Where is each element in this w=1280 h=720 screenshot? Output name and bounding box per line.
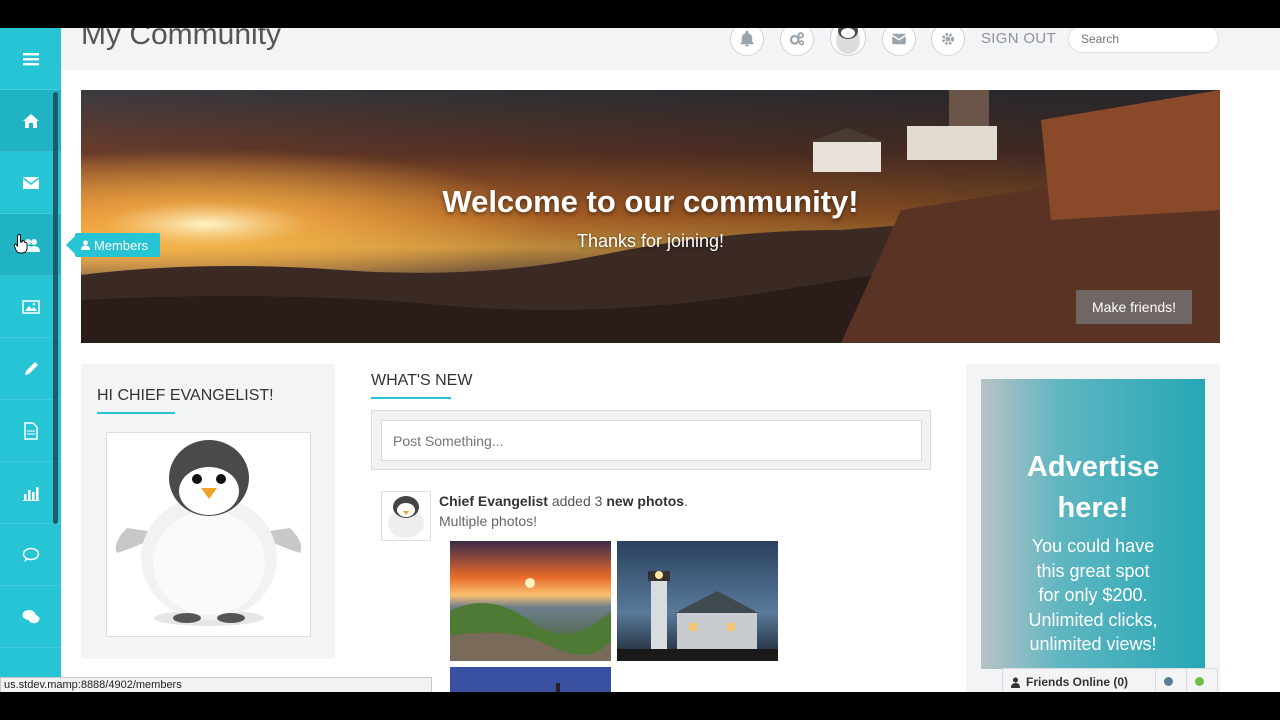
welcome-card: HI CHIEF EVANGELIST!: [81, 364, 335, 659]
status-bar-url: us.stdev.mamp:8888/4902/members: [0, 677, 432, 692]
user-icon: [81, 240, 90, 250]
hand-cursor-icon: [14, 234, 28, 254]
ad-body-line: this great spot: [1036, 560, 1150, 581]
friends-online-label: Friends Online (0): [1011, 675, 1128, 689]
bar-chart-icon: [22, 486, 39, 501]
envelope-icon: [891, 33, 907, 45]
ad-body-line: unlimited views!: [1029, 634, 1157, 654]
sidebar-item-photos[interactable]: [0, 276, 61, 338]
sidebar-item-chat[interactable]: [0, 586, 61, 648]
ad-body-line: You could have: [1031, 536, 1155, 556]
divider: [1186, 669, 1187, 692]
mail-icon: [22, 176, 39, 189]
sidebar-item-home[interactable]: [0, 90, 61, 152]
ad-title-line: Advertise: [1026, 451, 1160, 483]
sidebar-item-messages[interactable]: [0, 152, 61, 214]
penguin-avatar-icon: [836, 28, 860, 54]
welcome-heading: HI CHIEF EVANGELIST!: [97, 387, 274, 404]
make-friends-button[interactable]: Make friends!: [1076, 290, 1193, 324]
ad-body-line: Unlimited clicks,: [1028, 609, 1158, 630]
profile-picture[interactable]: [106, 432, 311, 637]
whats-new-heading: WHAT'S NEW: [371, 372, 473, 389]
heading-underline: [97, 412, 175, 414]
feed-author-avatar[interactable]: [381, 491, 431, 541]
user-avatar-button[interactable]: [830, 28, 866, 56]
screen-top-border: [0, 0, 1280, 28]
feed-photo-2[interactable]: [617, 541, 778, 661]
pencil-icon: [24, 361, 38, 375]
feed-period: .: [684, 493, 688, 509]
online-status-dot[interactable]: [1195, 677, 1204, 686]
sidebar-item-pages[interactable]: [0, 400, 61, 462]
sidebar-menu-toggle[interactable]: [0, 28, 61, 90]
ad-title-line: here!: [1057, 492, 1129, 524]
sidebar-scrollbar[interactable]: [53, 92, 58, 524]
browser-viewport: My Community SIGN OUT Search Welcome to …: [0, 28, 1280, 692]
ad-title: Advertise here!: [981, 447, 1205, 529]
hero-title: Welcome to our community!: [442, 184, 859, 219]
screen-bottom-border: [0, 692, 1280, 720]
feed-photo-1[interactable]: [450, 541, 611, 661]
notifications-button[interactable]: [730, 28, 764, 56]
hero-banner: Welcome to our community! Thanks for joi…: [81, 90, 1220, 343]
whats-new-underline: [371, 397, 451, 399]
feed-object-link[interactable]: new photos: [606, 493, 684, 509]
night-lighthouse-photo: [617, 541, 778, 661]
post-composer: [371, 410, 931, 470]
advertisement[interactable]: Advertise here! You could have this grea…: [981, 379, 1205, 669]
menu-icon: [22, 52, 39, 65]
groups-button[interactable]: [780, 28, 814, 56]
sidebar: [0, 28, 61, 692]
top-header: My Community SIGN OUT: [61, 28, 1280, 70]
feed-author-link[interactable]: Chief Evangelist: [439, 493, 548, 509]
home-icon: [22, 113, 39, 128]
photos-icon: [21, 299, 40, 314]
feed-item-caption: Multiple photos!: [439, 513, 538, 529]
gear-icon: [942, 33, 954, 45]
site-title[interactable]: My Community: [81, 28, 281, 52]
friends-online-text: Friends Online (0): [1026, 675, 1129, 689]
tooltip-text: Members: [94, 237, 149, 253]
penguin-avatar-icon: [388, 496, 424, 538]
ad-body-line: for only $200.: [1038, 585, 1148, 605]
divider: [1155, 669, 1156, 692]
feed-photo-3[interactable]: [450, 667, 611, 692]
members-tooltip: Members: [65, 233, 161, 257]
feed-item-headline: Chief Evangelist added 3 new photos.: [439, 493, 688, 509]
chat-bubbles-icon: [22, 609, 39, 623]
blue-sky-photo: [450, 667, 611, 692]
chat-bubble-icon: [22, 547, 39, 562]
feed-action-text: added 3: [551, 493, 603, 509]
document-icon: [23, 421, 38, 440]
search-input[interactable]: [1068, 28, 1219, 53]
penguin-image: [115, 440, 302, 626]
post-input[interactable]: [381, 420, 922, 461]
settings-button[interactable]: [931, 28, 965, 56]
sidebar-item-members[interactable]: [0, 214, 61, 276]
sunset-valley-photo: [450, 541, 611, 661]
sidebar-item-blog[interactable]: [0, 338, 61, 400]
hero-subtitle: Thanks for joining!: [576, 231, 725, 251]
user-icon: [1011, 677, 1020, 688]
ad-card: Advertise here! You could have this grea…: [966, 364, 1220, 692]
friends-online-bar[interactable]: Friends Online (0): [1002, 668, 1218, 692]
sidebar-item-stats[interactable]: [0, 462, 61, 524]
sidebar-item-forum[interactable]: [0, 524, 61, 586]
offline-status-dot[interactable]: [1164, 677, 1173, 686]
sign-out-link[interactable]: SIGN OUT: [981, 30, 1056, 47]
gears-icon: [789, 32, 805, 46]
ad-body: You could have this great spot for only …: [991, 534, 1195, 657]
bell-icon: [740, 30, 754, 47]
messages-button[interactable]: [882, 28, 916, 56]
